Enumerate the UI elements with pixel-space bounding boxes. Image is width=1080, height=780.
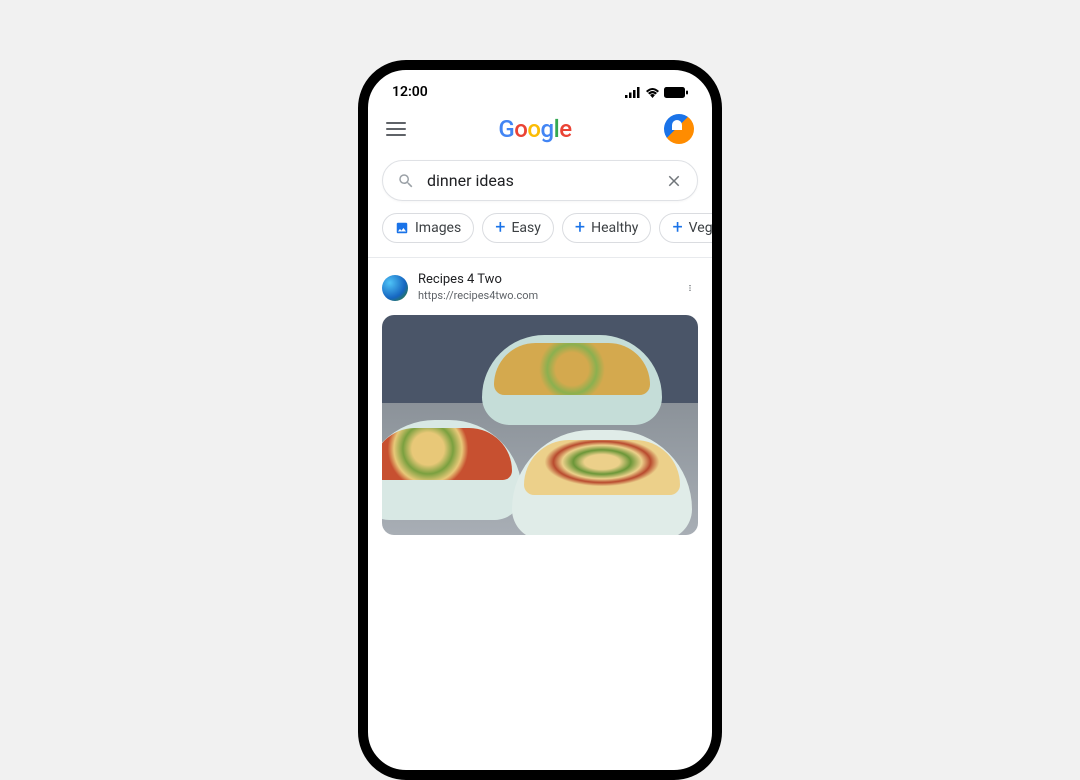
wifi-icon [645, 87, 660, 98]
chip-easy[interactable]: + Easy [482, 213, 554, 243]
search-icon [397, 172, 415, 190]
site-url: https://recipes4two.com [418, 289, 672, 303]
logo-letter: o [514, 115, 527, 143]
search-input[interactable] [427, 171, 665, 190]
battery-icon [664, 87, 688, 98]
menu-icon[interactable] [386, 122, 406, 136]
chip-vegetarian[interactable]: + Veget [659, 213, 712, 243]
result-image[interactable] [382, 315, 698, 535]
plus-icon: + [495, 221, 505, 235]
result-header: Recipes 4 Two https://recipes4two.com [382, 272, 698, 303]
plus-icon: + [575, 221, 585, 235]
logo-letter: o [527, 115, 540, 143]
signal-icon [625, 87, 641, 98]
logo-letter: G [498, 115, 514, 143]
chip-label: Easy [511, 220, 540, 236]
food-bowl-illustration [482, 335, 662, 425]
chip-images[interactable]: Images [382, 213, 474, 243]
phone-frame: 12:00 G o o g l e Images + [358, 60, 722, 780]
google-logo[interactable]: G o o g l e [498, 115, 571, 143]
app-header: G o o g l e [368, 106, 712, 152]
chip-label: Healthy [591, 220, 638, 236]
chip-healthy[interactable]: + Healthy [562, 213, 652, 243]
image-icon [395, 221, 409, 235]
logo-letter: e [559, 115, 571, 143]
avatar[interactable] [664, 114, 694, 144]
filter-chips: Images + Easy + Healthy + Veget [368, 209, 712, 258]
chip-label: Veget [689, 220, 712, 236]
site-favicon [382, 275, 408, 301]
search-bar[interactable] [382, 160, 698, 201]
food-bowl-illustration [512, 430, 692, 535]
search-result[interactable]: Recipes 4 Two https://recipes4two.com [368, 258, 712, 549]
status-time: 12:00 [392, 84, 428, 100]
more-icon[interactable] [682, 280, 698, 296]
food-bowl-illustration [382, 420, 522, 520]
plus-icon: + [672, 221, 682, 235]
logo-letter: g [541, 115, 554, 143]
site-name: Recipes 4 Two [418, 272, 672, 289]
result-meta: Recipes 4 Two https://recipes4two.com [418, 272, 672, 303]
chip-label: Images [415, 220, 461, 236]
clear-icon[interactable] [665, 172, 683, 190]
status-icons [625, 87, 688, 98]
status-bar: 12:00 [368, 70, 712, 106]
